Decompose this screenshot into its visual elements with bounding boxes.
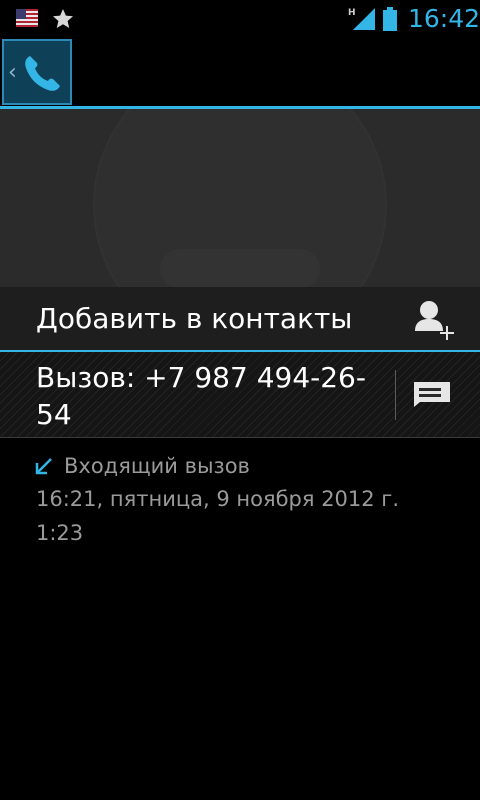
status-clock: 16:42 <box>408 4 480 33</box>
call-row-divider <box>0 437 480 438</box>
add-to-contacts-row[interactable]: Добавить в контакты <box>0 287 480 350</box>
call-duration: 1:23 <box>36 521 84 545</box>
add-to-contacts-label: Добавить в контакты <box>36 302 353 335</box>
up-button[interactable]: ‹ <box>2 39 72 105</box>
call-number-row[interactable]: Вызов: +7 987 494-26-54 <box>0 352 480 437</box>
vertical-divider <box>395 370 396 420</box>
default-contact-icon <box>93 109 387 287</box>
signal-icon: H <box>348 8 375 30</box>
network-type-label: H <box>348 8 356 18</box>
phone-icon <box>25 56 60 91</box>
call-number: Вызов: +7 987 494-26-54 <box>36 361 366 431</box>
incoming-call-arrow-icon <box>35 458 52 475</box>
status-bar: H 16:42 <box>0 0 480 38</box>
us-flag-icon <box>16 9 38 27</box>
add-person-icon[interactable] <box>412 297 458 343</box>
send-sms-button[interactable] <box>398 360 474 430</box>
star-icon <box>53 9 73 28</box>
action-bar: ‹ <box>0 38 480 106</box>
call-datetime: 16:21, пятница, 9 ноября 2012 г. <box>36 487 400 511</box>
battery-icon <box>383 7 397 31</box>
contact-photo-placeholder <box>0 109 480 287</box>
chevron-left-icon: ‹ <box>8 60 17 85</box>
call-type-label: Входящий вызов <box>64 454 250 478</box>
message-icon <box>414 382 450 407</box>
